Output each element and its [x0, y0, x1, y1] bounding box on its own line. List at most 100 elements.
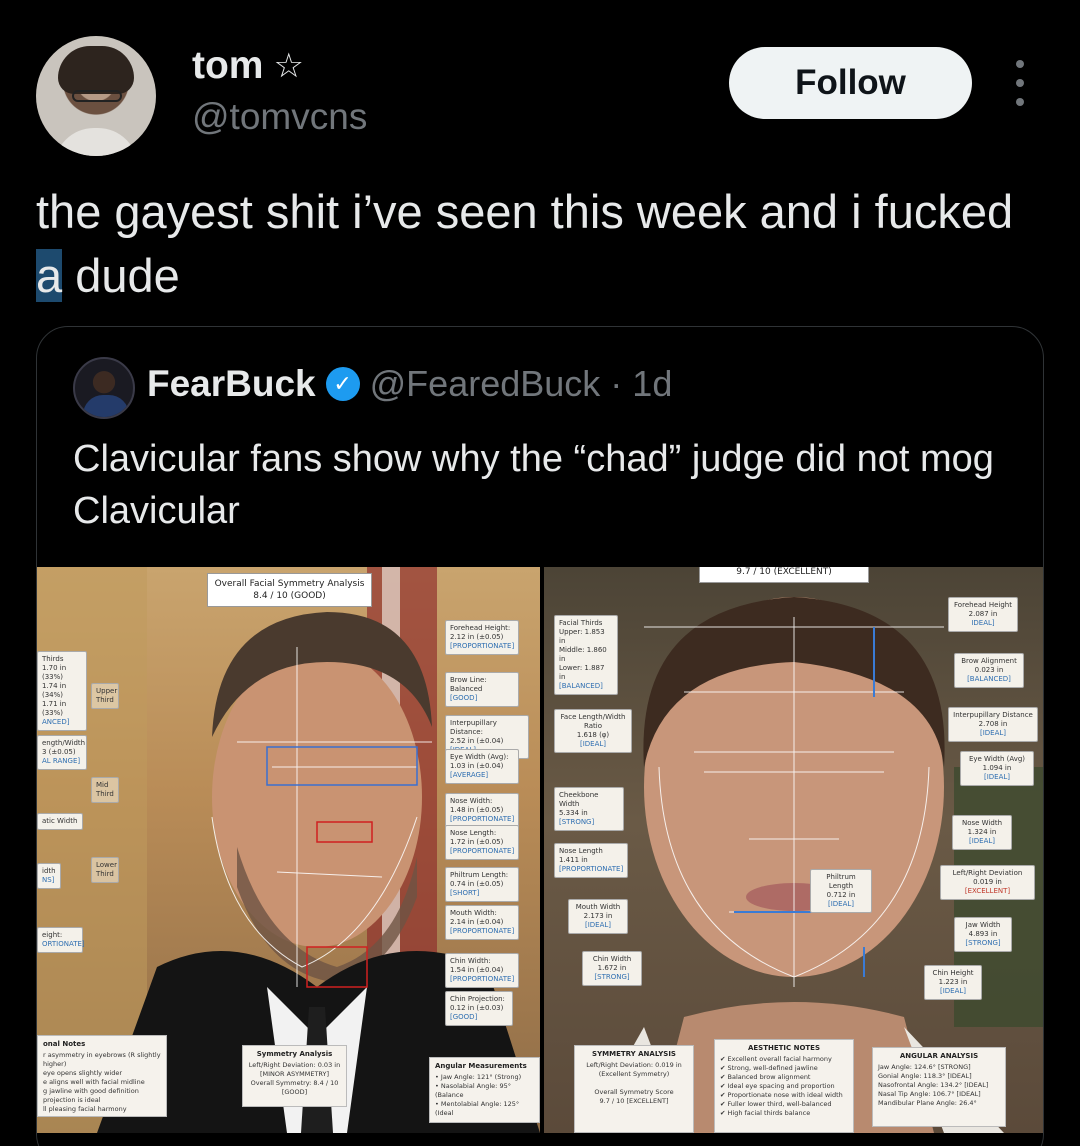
measure-tag: IDEAL] — [971, 619, 995, 627]
panel-title: Angular Measurements — [435, 1062, 527, 1070]
measure-tag: [PROPORTIONATE] — [559, 865, 624, 873]
measure-value: Interpupillary Distance: 2.52 in (±0.04) — [450, 719, 504, 745]
measure-value: Nose Length 1.411 in — [559, 847, 603, 864]
measure-value: Chin Projection: 0.12 in (±0.03) — [450, 995, 505, 1012]
measure-label: Eye Width (Avg) 1.094 in [IDEAL] — [960, 751, 1034, 786]
measure-label: Forehead Height 2.087 in IDEAL] — [948, 597, 1018, 632]
measure-label: Forehead Height: 2.12 in (±0.05) [PROPORT… — [445, 620, 519, 655]
overall-symmetry-title: Overall Facial Symmetry Analysis 8.4 / 1… — [207, 573, 372, 607]
measure-tag: [IDEAL] — [979, 729, 1007, 737]
zone-label: Mid Third — [91, 777, 119, 803]
quote-text: Clavicular fans show why the “chad” judg… — [73, 438, 994, 532]
measure-label: Facial Thirds Upper: 1.853 in Middle: 1.… — [554, 615, 618, 695]
measure-label: Chin Projection: 0.12 in (±0.03) [GOOD] — [445, 991, 513, 1026]
left-analysis-image[interactable]: Overall Facial Symmetry Analysis 8.4 / 1… — [37, 567, 540, 1133]
panel-lines: ✔ Excellent overall facial harmony ✔ Str… — [720, 1055, 843, 1117]
tweet-text: the gayest shit i’ve seen this week and … — [36, 180, 1036, 308]
measure-label: Nose Length 1.411 in [PROPORTIONATE] — [554, 843, 628, 878]
measure-tag: [IDEAL] — [579, 740, 607, 748]
measure-value: Jaw Width 4.893 in — [965, 921, 1001, 938]
measure-value: Nose Length: 1.72 in (±0.05) — [450, 829, 504, 846]
philtrum-label: Philtrum Length 0.712 in [IDEAL] — [810, 869, 872, 913]
aesthetic-notes-panel: AESTHETIC NOTES ✔ Excellent overall facia… — [714, 1039, 854, 1133]
panel-title: ANGULAR ANALYSIS — [899, 1052, 979, 1060]
symmetry-analysis-panel: Symmetry Analysis Left/Right Deviation: 0… — [242, 1045, 347, 1107]
more-options-icon[interactable] — [1006, 60, 1034, 106]
quoted-tweet[interactable]: FearBuck ✓ @FearedBuck · 1d Clavicular f… — [36, 326, 1044, 1146]
quote-handle[interactable]: @FearedBuck — [370, 363, 601, 405]
zone-label: Lower Third — [91, 857, 119, 883]
quote-header: FearBuck ✓ @FearedBuck · 1d — [147, 363, 672, 405]
panel-title: Symmetry Analysis — [256, 1050, 333, 1058]
author-handle[interactable]: @tomvcns — [192, 96, 367, 138]
measure-tag: ANCED] — [42, 718, 70, 726]
measure-tag: [PROPORTIONATE] — [450, 815, 515, 823]
panel-title: AESTHETIC NOTES — [747, 1044, 821, 1052]
quote-author-avatar[interactable] — [73, 357, 135, 419]
measure-label: Philtrum Length: 0.74 in (±0.05) [SHORT] — [445, 867, 519, 902]
author-avatar[interactable] — [36, 36, 156, 156]
measure-label: Eye Width (Avg): 1.03 in (±0.04) [AVERAGE… — [445, 749, 519, 784]
measure-value: Eye Width (Avg) 1.094 in — [968, 755, 1026, 772]
measure-tag: [STRONG] — [965, 939, 1001, 947]
measure-label: Jaw Width 4.893 in [STRONG] — [954, 917, 1012, 952]
right-analysis-image[interactable]: 9.7 / 10 (EXCELLENT) Facial Thirds Upper… — [544, 567, 1043, 1133]
measure-tag: [IDEAL] — [939, 987, 967, 995]
measure-value: Mouth Width: 2.14 in (±0.04) — [450, 909, 504, 926]
measure-tag: [GOOD] — [450, 1013, 478, 1021]
measure-tag: [IDEAL] — [827, 900, 855, 908]
measure-value: Chin Width 1.672 in — [592, 955, 632, 972]
measure-tag: NS] — [42, 876, 55, 884]
measure-value: Face Length/Width Ratio 1.618 (φ) — [560, 713, 626, 739]
measure-tag: [SHORT] — [450, 889, 480, 897]
measure-value: Thirds 1.70 in (33%) 1.74 in (34%) 1.71 … — [42, 655, 67, 717]
measure-label: Chin Width 1.672 in [STRONG] — [582, 951, 642, 986]
measure-value: Mouth Width 2.173 in — [575, 903, 621, 920]
quote-display-name[interactable]: FearBuck — [147, 363, 316, 405]
measure-value: Brow Alignment 0.023 in — [961, 657, 1017, 674]
tweet-text-part: dude — [62, 249, 180, 302]
panel-lines: Left/Right Deviation: 0.03 in [MINOR ASY… — [248, 1061, 341, 1096]
measure-value: atic Width — [42, 817, 78, 825]
measure-tag: [PROPORTIONATE] — [450, 927, 515, 935]
measure-label: Mouth Width: 2.14 in (±0.04) [PROPORTIONA… — [445, 905, 519, 940]
measure-tag: [STRONG] — [559, 818, 595, 826]
measure-value: ength/Width 3 (±0.05) — [42, 739, 86, 756]
measure-value: Chin Height 1.223 in — [932, 969, 974, 986]
follow-button[interactable]: Follow — [729, 47, 972, 119]
measure-label: Nose Width: 1.48 in (±0.05) [PROPORTIONAT… — [445, 793, 519, 828]
measure-label: Chin Height 1.223 in [IDEAL] — [924, 965, 982, 1000]
measure-value: Forehead Height 2.087 in — [954, 601, 1012, 618]
measure-label: Interpupillary Distance 2.708 in [IDEAL] — [948, 707, 1038, 742]
measure-tag: [IDEAL] — [968, 837, 996, 845]
measure-label: Face Length/Width Ratio 1.618 (φ) [IDEAL] — [554, 709, 632, 753]
measure-label-clipped: Thirds 1.70 in (33%) 1.74 in (34%) 1.71 … — [37, 651, 87, 731]
measure-label-clipped: idth NS] — [37, 863, 61, 889]
measure-label: Brow Line: Balanced [GOOD] — [445, 672, 519, 707]
measure-label: Brow Alignment 0.023 in [BALANCED] — [954, 653, 1024, 688]
avatar-jersey — [83, 395, 129, 417]
verified-badge-icon: ✓ — [325, 367, 360, 401]
measure-tag: [IDEAL] — [584, 921, 612, 929]
overall-score-title: 9.7 / 10 (EXCELLENT) — [699, 567, 869, 583]
angular-measurements-panel: Angular Measurements • Jaw Angle: 121° (S… — [429, 1057, 540, 1123]
measure-label: Cheekbone Width 5.334 in [STRONG] — [554, 787, 624, 831]
quote-timestamp[interactable]: 1d — [632, 363, 672, 405]
measure-value: Nose Width: 1.48 in (±0.05) — [450, 797, 504, 814]
measure-label: Nose Width 1.324 in [IDEAL] — [952, 815, 1012, 850]
measure-value: Eye Width (Avg): 1.03 in (±0.04) — [450, 753, 509, 770]
measure-label: Nose Length: 1.72 in (±0.05) [PROPORTIONA… — [445, 825, 519, 860]
panel-lines: • Jaw Angle: 121° (Strong) • Nasolabial … — [435, 1073, 522, 1117]
measure-label: Left/Right Deviation 0.019 in [EXCELLENT] — [940, 865, 1035, 900]
measure-value: Forehead Height: 2.12 in (±0.05) — [450, 624, 511, 641]
symmetry-analysis-panel: SYMMETRY ANALYSIS Left/Right Deviation: 0… — [574, 1045, 694, 1133]
author-display-name[interactable]: tom — [192, 44, 264, 88]
measure-value: Philtrum Length 0.712 in — [826, 873, 856, 899]
measure-value: eight: — [42, 931, 63, 939]
measure-tag: [PROPORTIONATE] — [450, 847, 515, 855]
measure-tag: [PROPORTIONATE] — [450, 975, 515, 983]
measure-tag: [STRONG] — [594, 973, 630, 981]
tweet-text-part: the gayest shit i’ve seen this week and … — [36, 185, 1014, 238]
measure-tag: [EXCELLENT] — [964, 887, 1011, 895]
zone-label: Upper Third — [91, 683, 119, 709]
